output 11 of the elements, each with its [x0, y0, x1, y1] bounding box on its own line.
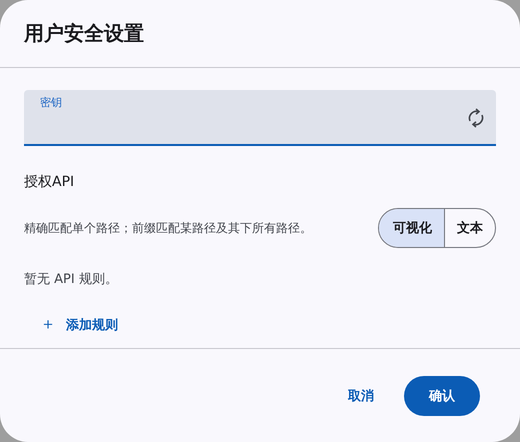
section-description: 精确匹配单个路径；前缀匹配某路径及其下所有路径。	[24, 220, 312, 236]
refresh-icon[interactable]	[466, 107, 486, 129]
key-field[interactable]: 密钥	[24, 90, 496, 146]
confirm-button[interactable]: 确认	[404, 376, 480, 416]
dialog-title: 用户安全设置	[24, 20, 144, 47]
mode-segment[interactable]: 文本	[444, 209, 495, 247]
cancel-button[interactable]: 取消	[334, 376, 388, 414]
add-rule-button[interactable]: ＋ 添加规则	[36, 308, 122, 341]
empty-message: 暂无 API 规则。	[24, 271, 118, 288]
mode-segment[interactable]: 可视化	[379, 209, 444, 247]
section-title: 授权API	[24, 173, 74, 191]
